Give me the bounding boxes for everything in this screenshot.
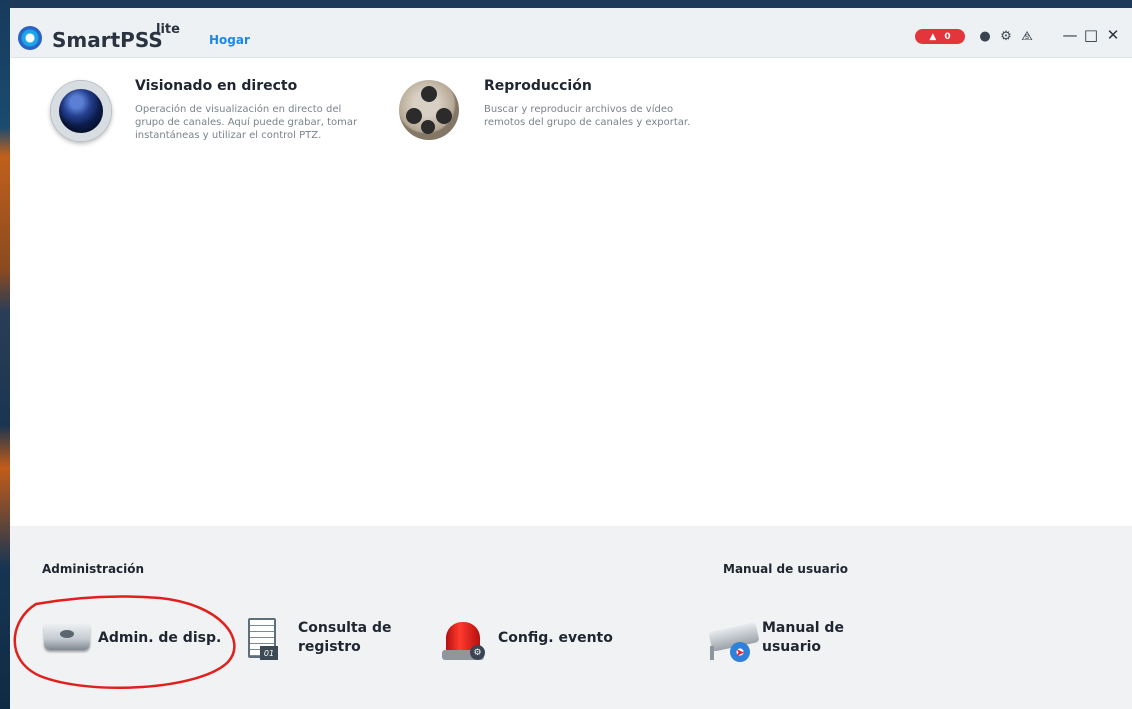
tab-home[interactable]: Hogar bbox=[209, 33, 250, 47]
feature-desc-playback: Buscar y reproducir archivos de vídeo re… bbox=[484, 104, 691, 128]
gear-icon[interactable]: ⚙ bbox=[998, 27, 1014, 45]
device-manager-label[interactable]: Admin. de disp. bbox=[98, 629, 221, 648]
app-brand-edition: lite bbox=[156, 22, 180, 37]
app-window: SmartPSS lite Hogar ▲ 0 ● ⚙ ⧌ — □ ✕ Visi… bbox=[10, 8, 1132, 709]
smartpss-logo-icon bbox=[18, 26, 42, 50]
user-icon[interactable]: ● bbox=[977, 27, 993, 45]
alarm-counter[interactable]: ▲ 0 bbox=[915, 29, 965, 44]
compass-icon: ➤ bbox=[730, 642, 750, 662]
administration-panel: Administración Manual de usuario Admin. … bbox=[10, 526, 1132, 709]
performance-gauge-icon[interactable]: ⧌ bbox=[1019, 27, 1035, 45]
feature-title-playback[interactable]: Reproducción bbox=[484, 78, 592, 94]
maximize-icon[interactable]: □ bbox=[1083, 26, 1099, 44]
section-heading-user-manual: Manual de usuario bbox=[723, 562, 849, 576]
minimize-icon[interactable]: — bbox=[1062, 26, 1078, 44]
close-icon[interactable]: ✕ bbox=[1105, 26, 1121, 44]
live-view-lens-icon[interactable] bbox=[50, 80, 112, 142]
speaker-icon: ▲ bbox=[929, 31, 937, 42]
feature-title-live-view[interactable]: Visionado en directo bbox=[135, 78, 297, 94]
section-heading-administration: Administración bbox=[42, 562, 145, 576]
camera-mount bbox=[710, 646, 714, 660]
alarm-count: 0 bbox=[944, 31, 951, 42]
feature-desc-live-view: Operación de visualización en directo de… bbox=[135, 104, 358, 141]
desktop-background-strip bbox=[0, 0, 10, 709]
log-date-badge: 01 bbox=[260, 646, 278, 660]
app-brand: SmartPSS bbox=[52, 28, 163, 52]
settings-badge-icon: ⚙ bbox=[470, 645, 485, 660]
user-manual-label[interactable]: Manual de usuario bbox=[762, 619, 852, 657]
film-reel-icon[interactable] bbox=[399, 80, 459, 140]
event-config-label[interactable]: Config. evento bbox=[498, 629, 613, 648]
title-bar: SmartPSS lite Hogar ▲ 0 ● ⚙ ⧌ — □ ✕ bbox=[10, 8, 1132, 58]
hard-disk-icon[interactable] bbox=[44, 622, 90, 650]
log-query-label[interactable]: Consulta de registro bbox=[298, 619, 398, 657]
